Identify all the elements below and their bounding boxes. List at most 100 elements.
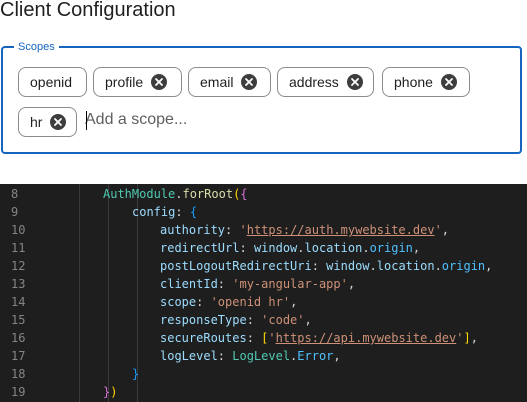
code-token: , <box>485 259 493 273</box>
code-line: AuthModule.forRoot({ <box>103 185 248 203</box>
code-token: LogLevel <box>232 349 291 363</box>
code-token: : <box>239 241 254 255</box>
code-token: https://auth.mywebsite.dev <box>246 223 435 237</box>
code-line: secureRoutes: ['https://api.mywebsite.de… <box>160 329 478 347</box>
code-token: 'my-angular-app' <box>232 277 348 291</box>
code-token: , <box>290 295 298 309</box>
code-token: { <box>189 205 198 219</box>
code-line: postLogoutRedirectUri: window.location.o… <box>160 257 492 275</box>
code-token: , <box>347 277 356 291</box>
code-line: config: { <box>132 203 197 221</box>
code-line: } <box>132 365 139 383</box>
line-number: 18 <box>11 367 26 381</box>
code-token: window <box>326 259 370 273</box>
code-token: logLevel <box>160 349 218 363</box>
code-token: : <box>311 259 327 273</box>
line-number: 15 <box>11 313 26 327</box>
scopes-legend: Scopes <box>14 40 59 54</box>
code-token: https://api.mywebsite.dev <box>275 331 457 345</box>
code-token: : <box>246 331 262 345</box>
code-token: . <box>297 241 305 255</box>
code-token: location <box>304 241 363 255</box>
chip-label: openid <box>30 74 73 90</box>
scope-chip-address[interactable]: address <box>277 67 374 97</box>
remove-chip-icon[interactable] <box>151 74 168 90</box>
indent-guide <box>79 184 80 402</box>
code-token: , <box>412 241 421 255</box>
code-token: ] <box>463 331 471 345</box>
code-token: . <box>434 259 442 273</box>
scope-chip-profile[interactable]: profile <box>93 67 182 97</box>
scope-input[interactable] <box>85 108 385 132</box>
code-token: Error <box>297 349 334 363</box>
chip-label: email <box>200 74 234 90</box>
code-token: forRoot <box>182 187 234 201</box>
code-token: . <box>362 241 370 255</box>
scope-chip-hr[interactable]: hr <box>18 107 77 137</box>
code-token: responseType <box>160 313 247 327</box>
scope-chip-email[interactable]: email <box>188 67 271 97</box>
chip-label: phone <box>394 74 433 90</box>
code-token: ' <box>268 331 276 345</box>
line-number: 14 <box>11 295 26 309</box>
line-number: 11 <box>11 241 26 255</box>
code-token: : <box>217 349 233 363</box>
remove-chip-icon[interactable] <box>346 74 363 90</box>
code-token: redirectUrl <box>160 241 240 255</box>
line-number: 13 <box>11 277 26 291</box>
code-token: AuthModule <box>103 187 176 201</box>
code-token: ' <box>434 223 442 237</box>
remove-chip-icon[interactable] <box>241 74 258 90</box>
remove-chip-icon[interactable] <box>50 114 67 130</box>
page-title: Client Configuration <box>0 0 176 21</box>
line-number: 12 <box>11 259 26 273</box>
code-token: : <box>246 313 262 327</box>
scope-chip-openid[interactable]: openid <box>18 67 87 97</box>
line-number: 8 <box>11 187 19 201</box>
code-token: secureRoutes <box>160 331 247 345</box>
code-line: responseType: 'code', <box>160 311 312 329</box>
code-token: { <box>240 187 248 201</box>
code-token: 'openid hr' <box>210 295 291 309</box>
code-line: redirectUrl: window.location.origin, <box>160 239 420 257</box>
code-token: : <box>225 223 240 237</box>
chip-label: hr <box>30 114 43 130</box>
code-token: ) <box>110 385 118 399</box>
code-token: : <box>175 205 190 219</box>
indent-guide <box>108 184 109 402</box>
code-token: 'code' <box>261 313 305 327</box>
code-token: , <box>470 331 478 345</box>
chip-label: profile <box>105 74 144 90</box>
code-token: } <box>132 367 140 381</box>
code-token: , <box>304 313 312 327</box>
chip-label: address <box>289 74 339 90</box>
code-line: authority: 'https://auth.mywebsite.dev', <box>160 221 449 239</box>
code-token: : <box>196 295 211 309</box>
code-token: window <box>253 241 298 255</box>
code-token: location <box>376 259 435 273</box>
code-token: : <box>217 277 233 291</box>
line-number: 16 <box>11 331 26 345</box>
code-line: scope: 'openid hr', <box>160 293 297 311</box>
code-token: origin <box>441 259 486 273</box>
scope-chip-phone[interactable]: phone <box>382 67 470 97</box>
code-token: ' <box>239 223 247 237</box>
code-token: scope <box>160 295 197 309</box>
code-token: config <box>132 205 176 219</box>
code-token: origin <box>369 241 413 255</box>
line-number: 17 <box>11 349 26 363</box>
text-caret <box>86 111 87 130</box>
remove-chip-icon[interactable] <box>440 74 457 90</box>
code-line: }) <box>103 383 117 401</box>
code-token: , <box>441 223 450 237</box>
scopes-field[interactable]: Scopes openid profile email address phon… <box>1 40 522 154</box>
code-token: postLogoutRedirectUri <box>160 259 312 273</box>
code-token: , <box>333 349 341 363</box>
line-number: 10 <box>11 223 26 237</box>
code-token: authority <box>160 223 226 237</box>
code-line: logLevel: LogLevel.Error, <box>160 347 341 365</box>
code-editor[interactable]: 8 9 10 11 12 13 14 15 16 17 18 19 AuthModule.forRoo… <box>0 184 527 402</box>
line-number: 19 <box>11 385 26 399</box>
line-number: 9 <box>11 205 19 219</box>
code-token: clientId <box>160 277 218 291</box>
